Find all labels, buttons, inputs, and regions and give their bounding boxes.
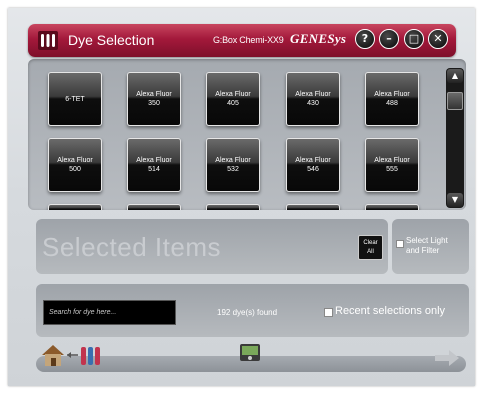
dye-wavelength: 514 [148,166,160,173]
dye-grid-panel: 6-TET Alexa Fluor 350 Alexa Fluor 405 Al… [28,59,466,210]
light-filter-checkbox[interactable] [396,240,404,248]
recent-selections-label: Recent selections only [335,305,446,317]
camera-icon[interactable] [238,341,262,365]
dye-name: Alexa Fluor [215,157,251,164]
dye-tile[interactable]: Alexa Fluor 555 [365,138,419,192]
dye-name: 6-TET [65,95,85,103]
scroll-up-button[interactable]: ▲ [447,69,463,83]
dye-tile[interactable]: Alexa Fluor 546 [286,138,340,192]
device-name: G:Box Chemi-XX9 [213,35,284,45]
search-panel: Search for dye here... 192 dye(s) found … [36,284,469,337]
recent-selections-checkbox[interactable] [324,308,333,317]
minimize-button[interactable]: – [379,29,399,49]
dye-scrollbar[interactable]: ▲ ▼ [446,68,464,208]
dye-name: Alexa Fluor [374,157,410,164]
dye-wavelength: 546 [307,166,319,173]
found-count: 192 dye(s) found [217,308,278,317]
clear-label: Clear [363,240,378,246]
maximize-button[interactable]: □ [404,29,424,49]
dye-tile[interactable] [127,204,181,210]
light-filter-line1: Select Light [406,236,448,245]
scroll-down-button[interactable]: ▼ [447,193,463,207]
dye-wavelength: 350 [148,100,160,107]
dye-name: Alexa Fluor [215,91,251,98]
test-tubes-icon [38,31,58,50]
selected-items-title: Selected Items [42,232,221,262]
dye-wavelength: 430 [307,100,319,107]
dye-tile[interactable] [206,204,260,210]
home-icon[interactable] [40,342,103,368]
all-label: All [367,249,374,255]
dye-tile[interactable]: Alexa Fluor 405 [206,72,260,126]
dye-name: Alexa Fluor [57,157,93,164]
dye-name: Alexa Fluor [295,157,331,164]
dye-tile[interactable]: Alexa Fluor 430 [286,72,340,126]
dye-wavelength: 488 [386,100,398,107]
brand-logo: GENESys [290,31,347,46]
dye-tile[interactable] [286,204,340,210]
dye-tile[interactable]: Alexa Fluor 350 [127,72,181,126]
light-filter-line2: and Filter [406,246,440,255]
dye-name: Alexa Fluor [136,91,172,98]
dye-wavelength: 500 [69,166,81,173]
dye-tile[interactable]: Alexa Fluor 500 [48,138,102,192]
dye-wavelength: 532 [227,166,239,173]
dye-name: Alexa Fluor [295,91,331,98]
light-filter-panel[interactable]: Select Light and Filter [392,219,469,274]
close-button[interactable]: ✕ [428,29,448,49]
dye-tile[interactable]: Alexa Fluor 488 [365,72,419,126]
search-input[interactable]: Search for dye here... [43,300,176,325]
arrow-right-icon[interactable] [435,350,459,366]
light-filter-label: Select Light and Filter [406,236,448,256]
dye-wavelength: 405 [227,100,239,107]
scroll-thumb[interactable] [447,92,463,110]
window-title: Dye Selection [68,32,155,48]
selected-items-panel: Selected Items Clear All [36,219,388,274]
help-button[interactable]: ? [355,29,375,49]
dye-tile[interactable]: Alexa Fluor 532 [206,138,260,192]
title-bar: Dye Selection G:Box Chemi-XX9 GENESys ? … [28,24,456,57]
dye-wavelength: 555 [386,166,398,173]
dye-name: Alexa Fluor [136,157,172,164]
dye-tile[interactable]: 6-TET [48,72,102,126]
dye-tile[interactable]: Alexa Fluor 514 [127,138,181,192]
clear-all-button[interactable]: Clear All [358,235,383,260]
dye-tile[interactable] [365,204,419,210]
dye-name: Alexa Fluor [374,91,410,98]
dye-tile[interactable] [48,204,102,210]
